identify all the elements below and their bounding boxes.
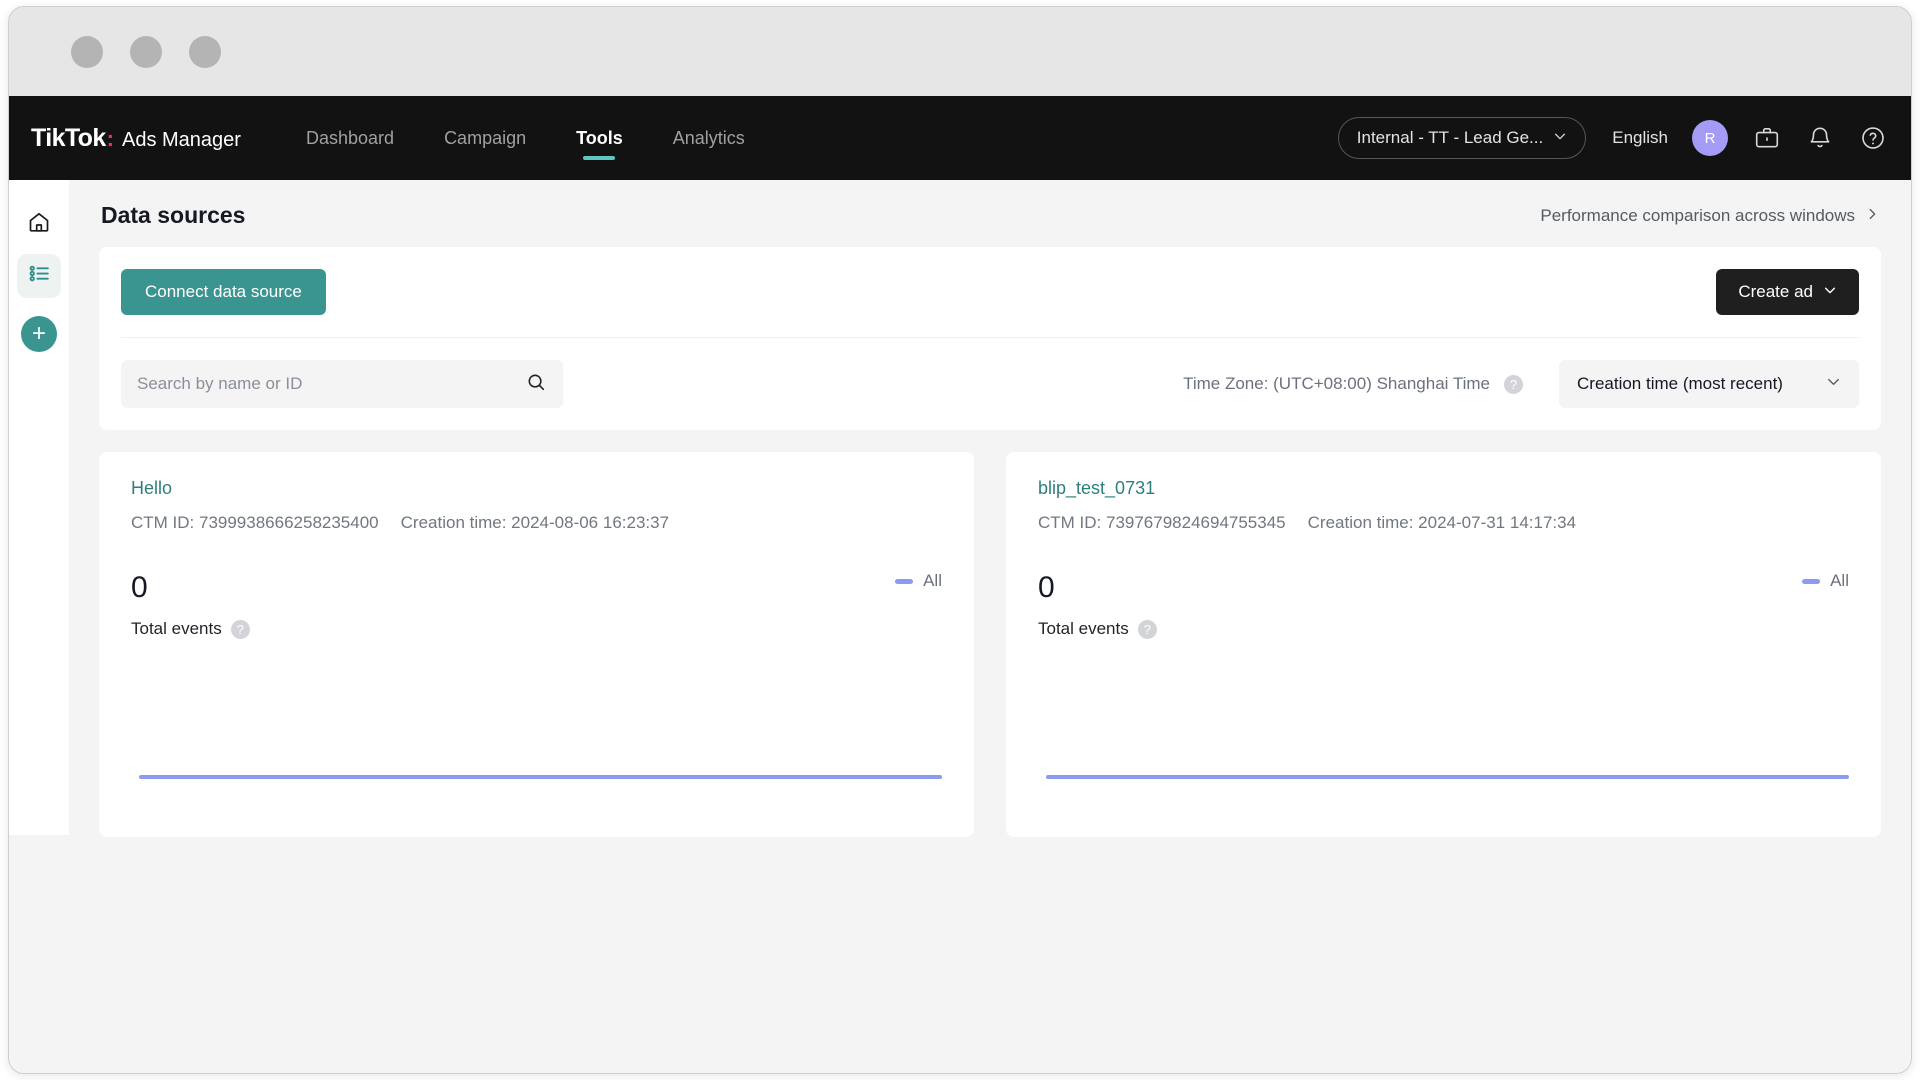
metric-row: 0 Total events ? All <box>1038 571 1849 639</box>
search-icon[interactable] <box>525 371 547 398</box>
data-source-name-link[interactable]: Hello <box>131 478 942 499</box>
page-title: Data sources <box>101 202 245 229</box>
search-box[interactable] <box>121 360 563 408</box>
sidebar-item-home[interactable] <box>17 202 61 246</box>
legend-swatch-icon <box>895 579 913 584</box>
metric-label-row: Total events ? <box>131 619 250 639</box>
help-circle-icon[interactable] <box>1859 124 1887 152</box>
language-selector[interactable]: English <box>1612 128 1668 148</box>
brand-colon-icon: : <box>107 126 114 152</box>
search-input[interactable] <box>137 374 525 394</box>
toolbar-panel: Connect data source Create ad <box>99 247 1881 430</box>
timezone-help-icon[interactable]: ? <box>1504 375 1523 394</box>
legend-swatch-icon <box>1802 579 1820 584</box>
create-ad-button[interactable]: Create ad <box>1716 269 1859 315</box>
main-content: Data sources Performance comparison acro… <box>69 180 1911 1074</box>
app-body: + Data sources Performance comparison ac… <box>9 180 1911 1074</box>
filters-row: Time Zone: (UTC+08:00) Shanghai Time ? C… <box>121 338 1859 408</box>
metric-block: 0 Total events ? <box>1038 571 1157 639</box>
metric-value: 0 <box>131 571 250 605</box>
data-source-cards: Hello CTM ID: 7399938666258235400 Creati… <box>99 452 1881 837</box>
nav-tabs: Dashboard Campaign Tools Analytics <box>281 96 770 180</box>
data-sources-list-icon <box>27 261 52 291</box>
window-close-dot[interactable] <box>71 36 103 68</box>
chart-series-line <box>1046 775 1849 779</box>
timezone-and-sort: Time Zone: (UTC+08:00) Shanghai Time ? C… <box>1183 360 1859 408</box>
metric-value: 0 <box>1038 571 1157 605</box>
account-selector-label: Internal - TT - Lead Ge... <box>1357 128 1543 148</box>
data-source-card: Hello CTM ID: 7399938666258235400 Creati… <box>99 452 974 837</box>
metric-block: 0 Total events ? <box>131 571 250 639</box>
metric-label: Total events <box>1038 619 1129 639</box>
home-icon <box>27 210 51 239</box>
window-minimize-dot[interactable] <box>130 36 162 68</box>
chart-series-line <box>139 775 942 779</box>
creation-time: Creation time: 2024-07-31 14:17:34 <box>1308 513 1576 533</box>
tab-campaign[interactable]: Campaign <box>419 96 551 180</box>
chevron-down-icon <box>1823 282 1837 302</box>
data-source-card: blip_test_0731 CTM ID: 73976798246947553… <box>1006 452 1881 837</box>
chevron-down-icon <box>1553 128 1567 148</box>
metric-help-icon[interactable]: ? <box>231 620 250 639</box>
data-source-meta: CTM ID: 7399938666258235400 Creation tim… <box>131 513 942 533</box>
metric-row: 0 Total events ? All <box>131 571 942 639</box>
legend-label: All <box>1830 571 1849 591</box>
metric-help-icon[interactable]: ? <box>1138 620 1157 639</box>
performance-comparison-label: Performance comparison across windows <box>1540 206 1855 226</box>
chevron-down-icon <box>1826 374 1841 394</box>
brand-logo[interactable]: TikTok : Ads Manager <box>31 124 281 153</box>
browser-window: TikTok : Ads Manager Dashboard Campaign … <box>8 6 1912 1074</box>
tab-dashboard[interactable]: Dashboard <box>281 96 419 180</box>
connect-data-source-button[interactable]: Connect data source <box>121 269 326 315</box>
performance-comparison-link[interactable]: Performance comparison across windows <box>1540 206 1879 226</box>
timezone-label: Time Zone: (UTC+08:00) Shanghai Time <box>1183 374 1490 394</box>
tab-tools[interactable]: Tools <box>551 96 648 180</box>
legend-label: All <box>923 571 942 591</box>
metric-label: Total events <box>131 619 222 639</box>
avatar[interactable]: R <box>1692 120 1728 156</box>
sort-select-value: Creation time (most recent) <box>1577 374 1783 394</box>
left-sidebar: + <box>9 180 69 835</box>
ctm-id: CTM ID: 7397679824694755345 <box>1038 513 1286 533</box>
chart-legend[interactable]: All <box>895 571 942 591</box>
brand-tiktok-text: TikTok <box>31 124 106 153</box>
add-button[interactable]: + <box>21 316 57 352</box>
events-line-chart <box>1038 649 1849 807</box>
sort-select[interactable]: Creation time (most recent) <box>1559 360 1859 408</box>
toolbar-row: Connect data source Create ad <box>121 269 1859 338</box>
events-line-chart <box>131 649 942 807</box>
bottom-spacer <box>99 837 1881 877</box>
ctm-id: CTM ID: 7399938666258235400 <box>131 513 379 533</box>
bell-icon[interactable] <box>1806 124 1834 152</box>
tab-analytics[interactable]: Analytics <box>648 96 770 180</box>
data-source-meta: CTM ID: 7397679824694755345 Creation tim… <box>1038 513 1849 533</box>
page-header: Data sources Performance comparison acro… <box>99 202 1881 247</box>
create-ad-label: Create ad <box>1738 282 1813 302</box>
data-source-name-link[interactable]: blip_test_0731 <box>1038 478 1849 499</box>
nav-right-group: Internal - TT - Lead Ge... English R <box>1338 96 1887 180</box>
top-navigation-bar: TikTok : Ads Manager Dashboard Campaign … <box>9 96 1911 180</box>
brand-subtitle: Ads Manager <box>122 129 241 152</box>
chart-legend[interactable]: All <box>1802 571 1849 591</box>
window-titlebar <box>9 7 1911 96</box>
metric-label-row: Total events ? <box>1038 619 1157 639</box>
chevron-right-icon <box>1865 206 1879 226</box>
account-selector[interactable]: Internal - TT - Lead Ge... <box>1338 117 1586 159</box>
creation-time: Creation time: 2024-08-06 16:23:37 <box>401 513 669 533</box>
briefcase-icon[interactable] <box>1753 124 1781 152</box>
sidebar-item-data-sources[interactable] <box>17 254 61 298</box>
window-maximize-dot[interactable] <box>189 36 221 68</box>
